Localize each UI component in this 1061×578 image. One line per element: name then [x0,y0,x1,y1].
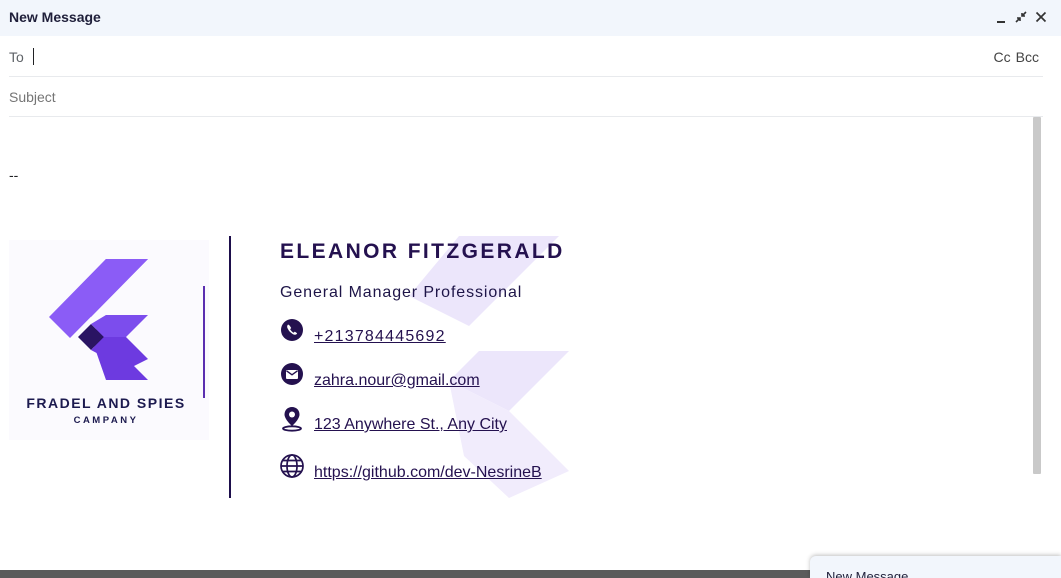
company-logo-mark [49,259,148,380]
website-link[interactable]: https://github.com/dev-NesrineB [314,464,542,482]
email-signature: FRADEL AND SPIES CAMPANY ELEANOR FITZGER… [9,236,569,498]
body-scrollbar[interactable] [1033,117,1041,474]
email-link[interactable]: zahra.nour@gmail.com [314,372,480,390]
text-caret [33,48,34,65]
subject-row [9,77,1043,117]
company-name: FRADEL AND SPIES [26,395,186,411]
company-logo: FRADEL AND SPIES CAMPANY [9,240,209,440]
signature-divider [229,236,231,498]
to-label: To [9,49,24,65]
contact-address: 123 Anywhere St., Any City [280,406,580,434]
compose-window: New Message To Cc Bcc -- [0,0,1061,570]
company-subtitle: CAMPANY [73,415,139,426]
logo-accent-line [203,286,205,398]
bcc-link[interactable]: Bcc [1016,49,1039,65]
email-icon [281,363,303,385]
to-input[interactable] [33,47,973,67]
address-link[interactable]: 123 Anywhere St., Any City [314,416,507,434]
close-icon[interactable] [1035,9,1047,25]
phone-icon [281,319,303,341]
contact-phone: +213784445692 [280,318,580,346]
location-pin-icon [282,407,302,432]
contact-website: https://github.com/dev-NesrineB [280,453,580,481]
minimized-compose-title: New Message [826,569,909,578]
contact-email: zahra.nour@gmail.com [280,362,580,390]
window-controls [995,9,1047,25]
minimized-compose-window[interactable]: New Message [810,556,1061,578]
to-row: To Cc Bcc [9,37,1043,77]
compose-title: New Message [9,9,101,25]
minimize-icon[interactable] [995,9,1007,25]
globe-icon [280,454,304,478]
cc-link[interactable]: Cc [994,49,1011,65]
subject-input[interactable] [9,87,1029,107]
signature-separator: -- [9,167,19,183]
compose-header: New Message [0,0,1061,36]
phone-link[interactable]: +213784445692 [314,328,446,346]
signature-role: General Manager Professional [280,284,523,301]
signature-name: ELEANOR FITZGERALD [280,240,565,263]
cc-bcc-links: Cc Bcc [994,49,1039,65]
exit-fullscreen-icon[interactable] [1015,9,1027,25]
